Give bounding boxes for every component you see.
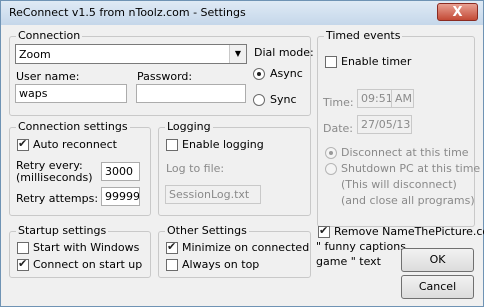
async-radio[interactable] bbox=[253, 68, 265, 80]
timed-events-group: Timed events Enable timer Time: 09:51 AM… bbox=[317, 29, 480, 227]
retry-every-input[interactable]: 3000 bbox=[101, 162, 140, 181]
window-title: ReConnect v1.5 from nToolz.com - Setting… bbox=[9, 6, 246, 19]
date-label: Date: bbox=[323, 122, 353, 135]
disconnect-radio[interactable] bbox=[325, 147, 337, 159]
connection-settings-group: Connection settings Auto reconnect Retry… bbox=[9, 120, 151, 216]
chevron-down-icon[interactable]: ▼ bbox=[229, 45, 246, 63]
minimize-on-connected-checkbox[interactable] bbox=[166, 240, 178, 254]
remove-promo-line-2: " funny captions bbox=[316, 240, 406, 253]
startup-settings-group: Startup settings Start with Windows Conn… bbox=[9, 224, 151, 278]
connection-group: Connection Zoom ▼ Dial mode: Async Sync … bbox=[9, 29, 314, 116]
enable-timer-checkbox[interactable] bbox=[325, 56, 337, 68]
sync-radio[interactable] bbox=[253, 94, 265, 106]
remove-promo-label: Remove NameThePicture.com bbox=[334, 225, 484, 238]
log-to-file-label: Log to file: bbox=[166, 162, 225, 175]
time-input[interactable]: 09:51 bbox=[357, 89, 392, 108]
auto-reconnect-label: Auto reconnect bbox=[33, 138, 117, 151]
timed-events-legend: Timed events bbox=[324, 29, 403, 42]
time-label: Time: bbox=[323, 96, 354, 109]
start-with-windows-checkbox[interactable] bbox=[17, 242, 29, 254]
remove-promo-line-3: game " text bbox=[316, 255, 381, 268]
disconnect-label: Disconnect at this time bbox=[341, 146, 469, 159]
start-with-windows-label: Start with Windows bbox=[33, 241, 140, 254]
retry-every-sublabel: (milliseconds) bbox=[16, 171, 93, 184]
other-settings-group: Other Settings Minimize on connected Alw… bbox=[158, 224, 311, 278]
retry-attempts-label: Retry attemps: bbox=[16, 192, 99, 205]
log-file-input[interactable]: SessionLog.txt bbox=[165, 185, 261, 204]
close-button[interactable]: X bbox=[437, 3, 478, 21]
always-on-top-label: Always on top bbox=[182, 258, 260, 271]
remove-promo-checkbox[interactable] bbox=[318, 224, 330, 238]
cancel-button[interactable]: Cancel bbox=[401, 275, 474, 299]
connection-settings-legend: Connection settings bbox=[16, 120, 130, 133]
connection-legend: Connection bbox=[16, 29, 83, 42]
enable-logging-checkbox[interactable] bbox=[166, 139, 178, 151]
shutdown-label: Shutdown PC at this time bbox=[341, 162, 481, 175]
always-on-top-checkbox[interactable] bbox=[166, 259, 178, 271]
dial-mode-label: Dial mode: bbox=[254, 46, 314, 59]
other-settings-legend: Other Settings bbox=[165, 224, 249, 237]
async-label: Async bbox=[270, 67, 303, 80]
client-area: Connection Zoom ▼ Dial mode: Async Sync … bbox=[5, 25, 484, 303]
minimize-on-connected-label: Minimize on connected bbox=[182, 241, 310, 254]
settings-window: ReConnect v1.5 from nToolz.com - Setting… bbox=[0, 0, 484, 307]
username-input[interactable]: waps bbox=[15, 84, 127, 103]
connect-on-startup-label: Connect on start up bbox=[33, 258, 143, 271]
enable-timer-label: Enable timer bbox=[341, 55, 412, 68]
connect-on-startup-checkbox[interactable] bbox=[17, 257, 29, 271]
ok-button[interactable]: OK bbox=[401, 248, 474, 272]
startup-settings-legend: Startup settings bbox=[16, 224, 109, 237]
retry-attempts-input[interactable]: 99999 bbox=[101, 187, 140, 206]
username-label: User name: bbox=[16, 70, 80, 83]
password-label: Password: bbox=[137, 70, 193, 83]
ampm-input[interactable]: AM bbox=[391, 89, 414, 108]
date-input[interactable]: 27/05/13 bbox=[357, 115, 412, 134]
connection-select-value: Zoom bbox=[19, 48, 51, 61]
logging-group: Logging Enable logging Log to file: Sess… bbox=[158, 120, 311, 216]
connection-select[interactable]: Zoom ▼ bbox=[15, 44, 247, 64]
enable-logging-label: Enable logging bbox=[182, 138, 264, 151]
shutdown-note-1: (This will disconnect) bbox=[341, 178, 457, 191]
shutdown-note-2: (and close all programs) bbox=[341, 194, 475, 207]
shutdown-radio[interactable] bbox=[325, 163, 337, 175]
auto-reconnect-checkbox[interactable] bbox=[17, 137, 29, 151]
title-bar[interactable]: ReConnect v1.5 from nToolz.com - Setting… bbox=[1, 1, 483, 25]
sync-label: Sync bbox=[270, 93, 297, 106]
logging-legend: Logging bbox=[165, 120, 213, 133]
password-input[interactable] bbox=[136, 84, 246, 103]
